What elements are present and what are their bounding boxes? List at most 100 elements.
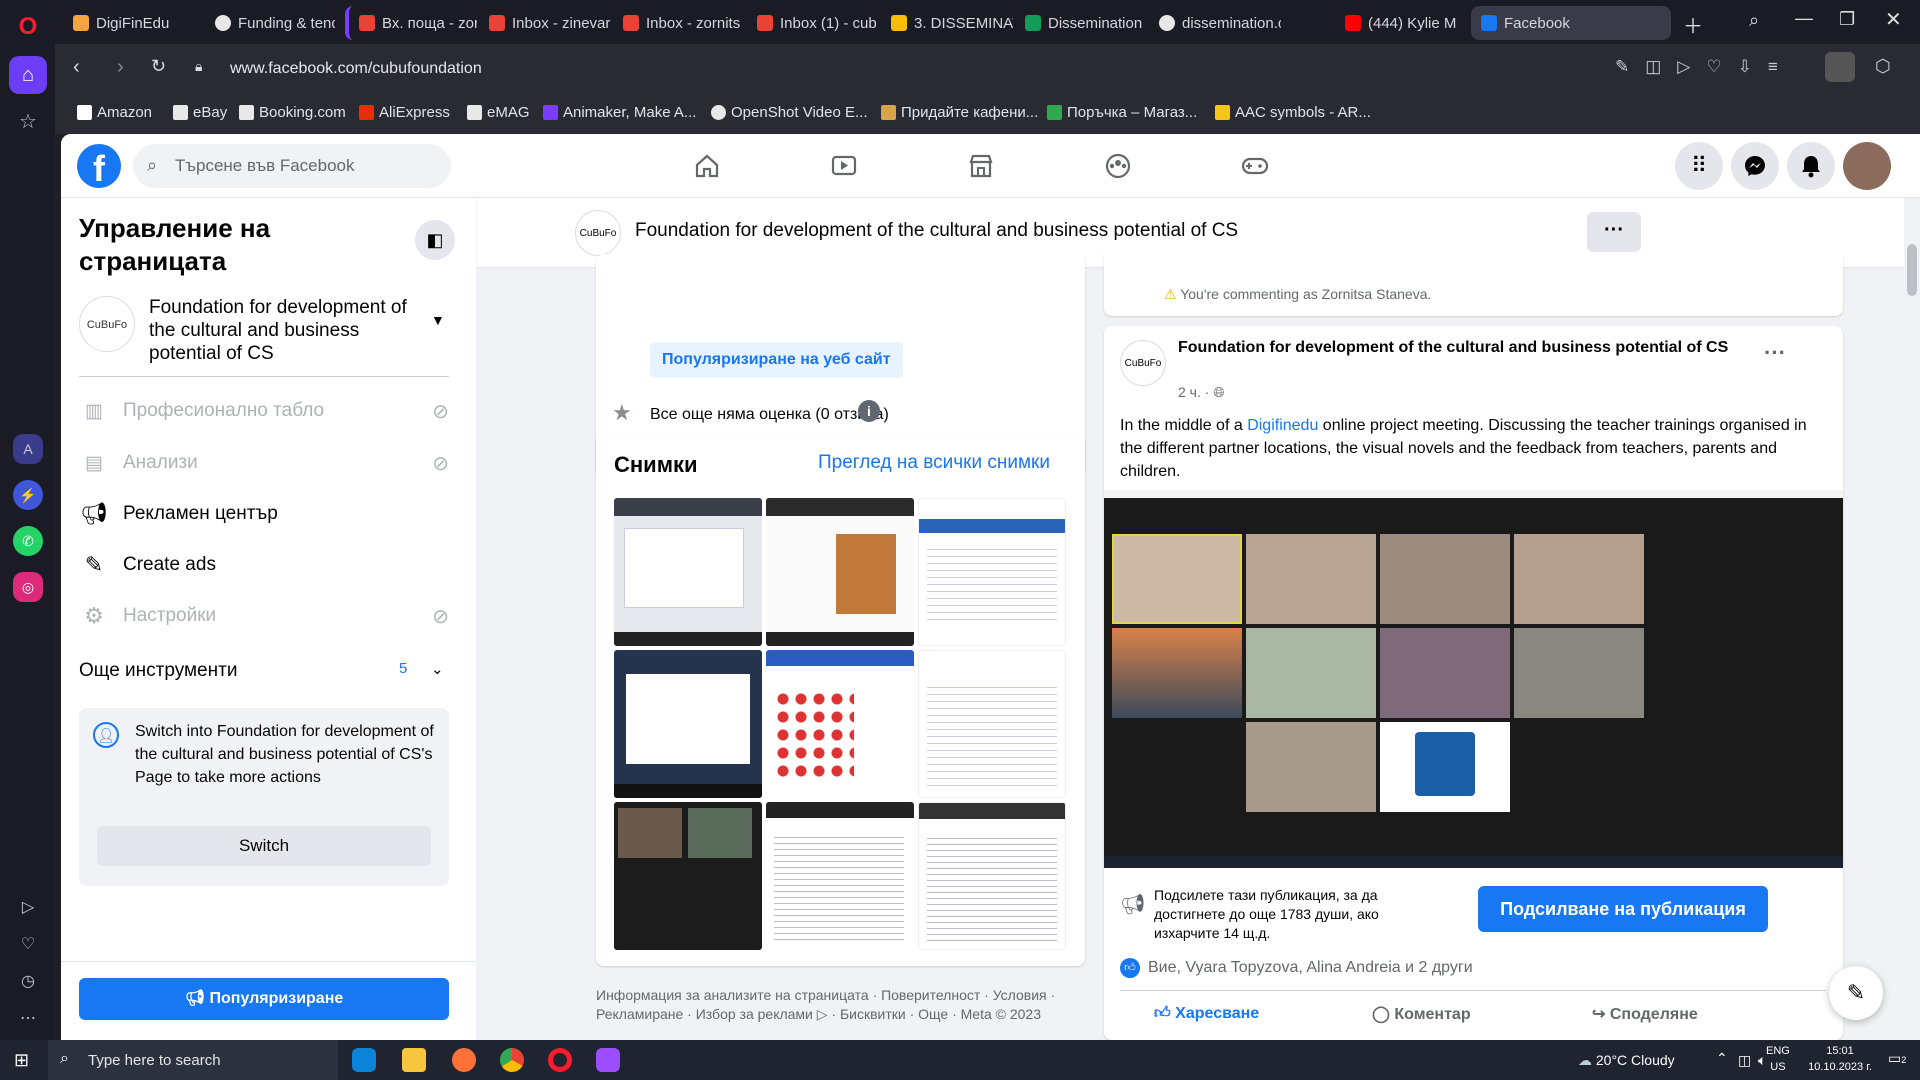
- sidebar-item-analytics[interactable]: ▤ Анализи ⊘: [79, 438, 449, 488]
- back-icon[interactable]: ‹: [73, 56, 80, 79]
- more-tools-row[interactable]: Още инструменти 5 ⌄: [79, 660, 449, 690]
- profile-icon[interactable]: [1825, 52, 1855, 82]
- page-switcher[interactable]: CuBuFo Foundation for development of the…: [79, 296, 449, 364]
- app-icon[interactable]: [596, 1048, 620, 1072]
- home-icon[interactable]: ⌂: [9, 56, 47, 94]
- tab[interactable]: Dissemination: [1015, 6, 1147, 40]
- windows-start-icon[interactable]: ⊞: [14, 1050, 29, 1071]
- network-icon[interactable]: ◫: [1738, 1052, 1751, 1069]
- reactions-summary[interactable]: Вие, Vyara Topyzova, Alina Andreia и 2 д…: [1148, 959, 1473, 977]
- url-field[interactable]: www.facebook.com/cubufoundation: [230, 54, 1250, 84]
- minimize-button[interactable]: —: [1795, 8, 1813, 29]
- post-image[interactable]: [1104, 490, 1843, 868]
- photo-thumbnail[interactable]: [614, 802, 762, 950]
- promote-website-button[interactable]: Популяризиране на уеб сайт: [650, 342, 903, 378]
- tab[interactable]: Funding & tend: [205, 6, 335, 40]
- bookmark-item[interactable]: Booking.com: [239, 104, 346, 121]
- see-all-photos-link[interactable]: Преглед на всички снимки: [818, 452, 1050, 474]
- clock[interactable]: 15:01 10.10.2023 г.: [1796, 1043, 1884, 1075]
- notification-center-icon[interactable]: ▭2: [1888, 1050, 1906, 1067]
- aria-icon[interactable]: A: [13, 434, 43, 464]
- bookmark-item[interactable]: Поръчка – Магаз...: [1047, 104, 1197, 121]
- messenger-button-icon[interactable]: [1731, 142, 1779, 190]
- gaming-nav-icon[interactable]: [1235, 146, 1275, 186]
- home-nav-icon[interactable]: [687, 146, 727, 186]
- reload-icon[interactable]: ↻: [151, 56, 166, 77]
- tab[interactable]: dissemination.c: [1149, 6, 1281, 40]
- bookmark-item[interactable]: Animaker, Make A...: [543, 104, 696, 121]
- tab[interactable]: Inbox - zornits: [613, 6, 745, 40]
- bookmark-item[interactable]: AliExpress: [359, 104, 450, 121]
- tab[interactable]: Inbox (1) - cub: [747, 6, 879, 40]
- tab[interactable]: Inbox - zinevar: [479, 6, 611, 40]
- restore-button[interactable]: ❐: [1839, 9, 1855, 30]
- menu-grid-icon[interactable]: ⠿: [1675, 142, 1723, 190]
- groups-nav-icon[interactable]: [1098, 146, 1138, 186]
- taskbar-search[interactable]: ⌕ Type here to search: [48, 1040, 338, 1080]
- tray-chevron-icon[interactable]: ⌃: [1716, 1050, 1728, 1067]
- scrollbar[interactable]: [1904, 198, 1920, 1040]
- sidebar-item-create-ads[interactable]: ✎ Create ads: [79, 540, 449, 590]
- more-options-button[interactable]: ···: [1587, 212, 1641, 252]
- photo-thumbnail[interactable]: [614, 650, 762, 798]
- post-author[interactable]: Foundation for development of the cultur…: [1178, 336, 1738, 359]
- whatsapp-icon[interactable]: ✆: [13, 526, 43, 556]
- search-input[interactable]: Търсене във Facebook: [133, 144, 451, 188]
- close-window-button[interactable]: ✕: [1885, 7, 1902, 32]
- new-tab-button[interactable]: ＋: [1683, 10, 1703, 39]
- scrollbar-thumb[interactable]: [1907, 244, 1917, 296]
- footer-links[interactable]: Информация за анализите на страницата · …: [596, 986, 1096, 1024]
- video-nav-icon[interactable]: [824, 146, 864, 186]
- bookmark-item[interactable]: Amazon: [77, 104, 152, 121]
- bookmark-item[interactable]: AAC symbols - AR...: [1215, 104, 1371, 121]
- tab[interactable]: 3. DISSEMINAT: [881, 6, 1013, 40]
- extensions-icon[interactable]: ⬡: [1875, 56, 1891, 77]
- sidebar-item-settings[interactable]: ⚙ Настройки ⊘: [79, 591, 449, 641]
- post-author-avatar[interactable]: CuBuFo: [1120, 340, 1166, 386]
- photo-thumbnail[interactable]: [918, 498, 1066, 646]
- chrome-icon[interactable]: [500, 1048, 524, 1072]
- sidebar-item-ad-center[interactable]: 📢︎ Рекламен център: [79, 489, 449, 539]
- share-button[interactable]: ↪ Споделяне: [1592, 1004, 1698, 1024]
- tab[interactable]: (444) Kylie M: [1335, 6, 1467, 40]
- history-icon[interactable]: ◷: [9, 962, 47, 1000]
- language-indicator[interactable]: ENG US: [1766, 1043, 1790, 1075]
- toolbar-actions[interactable]: ✎◫▷♡⇩≡: [1615, 57, 1794, 77]
- bookmark-item[interactable]: Придайте кафени...: [881, 104, 1038, 121]
- notifications-bell-icon[interactable]: [1787, 142, 1835, 190]
- tab-active[interactable]: Facebook: [1471, 6, 1671, 40]
- sidebar-item-professional-dashboard[interactable]: ▥ Професионално табло ⊘: [79, 386, 449, 436]
- edge-icon[interactable]: [352, 1048, 376, 1072]
- star-icon[interactable]: ☆: [9, 102, 47, 140]
- sidebar-toggle-icon[interactable]: ◧: [415, 220, 455, 260]
- photo-thumbnail[interactable]: [614, 498, 762, 646]
- info-icon[interactable]: i: [858, 400, 880, 422]
- firefox-icon[interactable]: [452, 1048, 476, 1072]
- marketplace-nav-icon[interactable]: [961, 146, 1001, 186]
- tab[interactable]: DigiFinEdu: [63, 6, 201, 40]
- switch-button[interactable]: Switch: [97, 826, 431, 866]
- photo-thumbnail[interactable]: [766, 650, 914, 798]
- like-button[interactable]: 👍︎ Харесване: [1154, 1004, 1259, 1023]
- heart-icon[interactable]: ♡: [9, 925, 47, 963]
- photo-thumbnail[interactable]: [918, 650, 1066, 798]
- account-avatar[interactable]: [1843, 142, 1891, 190]
- promote-button[interactable]: 📢︎ Популяризиране: [79, 978, 449, 1020]
- bookmark-item[interactable]: OpenShot Video E...: [711, 104, 868, 121]
- photo-thumbnail[interactable]: [918, 802, 1066, 950]
- instagram-icon[interactable]: ◎: [13, 572, 43, 602]
- lock-icon[interactable]: 🔒︎: [195, 58, 202, 75]
- post-link[interactable]: Digifinedu: [1247, 417, 1318, 434]
- messenger-icon[interactable]: ⚡: [13, 480, 43, 510]
- post-options-icon[interactable]: ···: [1764, 340, 1786, 366]
- weather-widget[interactable]: ☁ 20°C Cloudy: [1578, 1052, 1675, 1069]
- file-explorer-icon[interactable]: [402, 1048, 426, 1072]
- boost-post-button[interactable]: Подсилване на публикация: [1478, 886, 1768, 932]
- bookmark-item[interactable]: eBay: [173, 104, 227, 121]
- tab[interactable]: Вх. поща - zor: [345, 6, 477, 40]
- search-tabs-icon[interactable]: ⌕: [1749, 10, 1759, 31]
- forward-icon[interactable]: ›: [117, 56, 124, 79]
- photo-thumbnail[interactable]: [766, 802, 914, 950]
- new-message-button[interactable]: ✎: [1829, 966, 1883, 1020]
- more-icon[interactable]: ⋯: [9, 999, 47, 1037]
